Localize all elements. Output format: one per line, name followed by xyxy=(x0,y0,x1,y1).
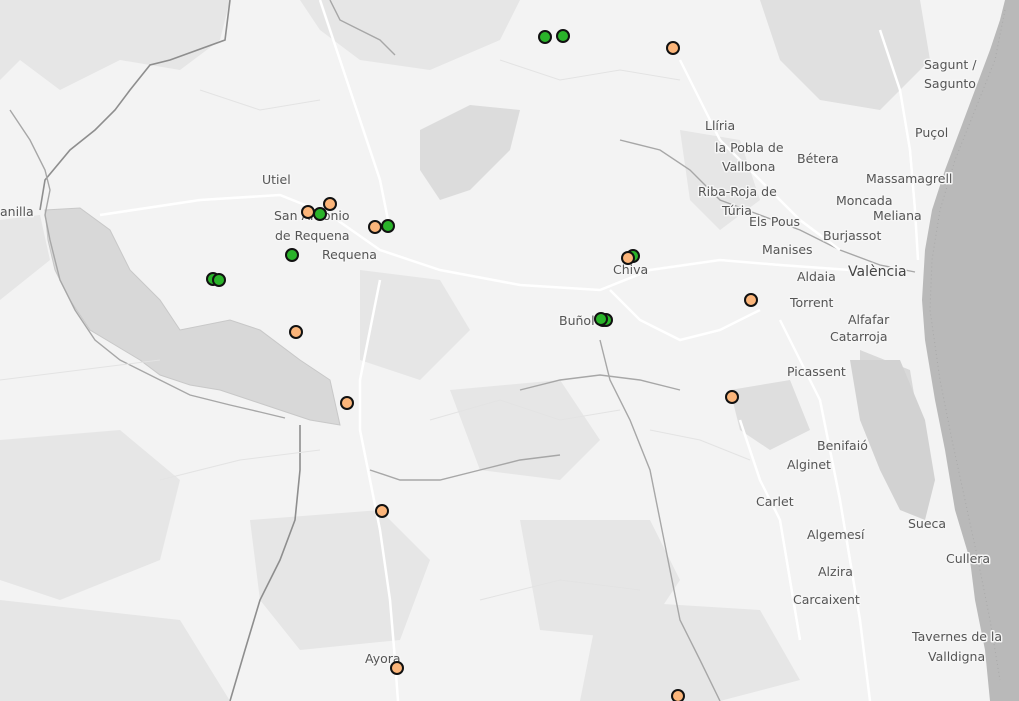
map-canvas[interactable]: Sagunt / Sagunto Puçol Llíria la Pobla d… xyxy=(0,0,1019,701)
place-label: Riba-Roja de xyxy=(698,184,777,199)
place-label: Valldigna xyxy=(928,649,985,664)
map-marker-green[interactable] xyxy=(285,248,299,262)
map-marker-green[interactable] xyxy=(556,29,570,43)
place-label: Vallbona xyxy=(722,159,775,174)
place-label: Moncada xyxy=(836,193,892,208)
place-label: Alzira xyxy=(818,564,853,579)
place-label: Requena xyxy=(322,247,377,262)
map-marker-orange[interactable] xyxy=(375,504,389,518)
place-label: Burjassot xyxy=(823,228,881,243)
map-marker-orange[interactable] xyxy=(323,197,337,211)
place-label: Sueca xyxy=(908,516,946,531)
map-marker-orange[interactable] xyxy=(725,390,739,404)
place-label: Sagunto xyxy=(924,76,976,91)
map-marker-green[interactable] xyxy=(594,312,608,326)
place-label: de Requena xyxy=(275,228,350,243)
map-marker-green[interactable] xyxy=(538,30,552,44)
map-marker-green[interactable] xyxy=(313,207,327,221)
place-label: Alginet xyxy=(787,457,831,472)
place-label: Picassent xyxy=(787,364,846,379)
place-label: la Pobla de xyxy=(715,140,784,155)
map-marker-orange[interactable] xyxy=(671,689,685,701)
place-label: Catarroja xyxy=(830,329,888,344)
place-label: Meliana xyxy=(873,208,922,223)
map-marker-orange[interactable] xyxy=(289,325,303,339)
place-label: Benifaió xyxy=(817,438,868,453)
place-label: Els Pous xyxy=(749,214,800,229)
place-label: Llíria xyxy=(705,118,735,133)
map-marker-green[interactable] xyxy=(381,219,395,233)
place-label: Algemesí xyxy=(807,527,865,542)
place-label: Tavernes de la xyxy=(911,629,1002,644)
place-label: Carcaixent xyxy=(793,592,860,607)
map-marker-green[interactable] xyxy=(212,273,226,287)
place-label: Alfafar xyxy=(848,312,890,327)
place-label: Sagunt / xyxy=(924,57,977,72)
map-marker-orange[interactable] xyxy=(666,41,680,55)
place-label: Massamagrell xyxy=(866,171,952,186)
map-marker-orange[interactable] xyxy=(390,661,404,675)
place-label: Buñol xyxy=(559,313,595,328)
map-marker-orange[interactable] xyxy=(744,293,758,307)
place-label: Torrent xyxy=(789,295,834,310)
place-label: Cullera xyxy=(946,551,990,566)
map-marker-orange[interactable] xyxy=(340,396,354,410)
map-marker-orange[interactable] xyxy=(301,205,315,219)
place-label: Aldaia xyxy=(797,269,836,284)
map-marker-orange[interactable] xyxy=(368,220,382,234)
place-label: Puçol xyxy=(915,125,948,140)
place-label: anilla xyxy=(0,204,34,219)
place-label: València xyxy=(848,264,907,280)
place-label: Bétera xyxy=(797,151,839,166)
place-label: Manises xyxy=(762,242,813,257)
place-label: Túria xyxy=(721,203,752,218)
place-label: Carlet xyxy=(756,494,794,509)
place-label: Utiel xyxy=(262,172,291,187)
map-marker-orange[interactable] xyxy=(621,251,635,265)
